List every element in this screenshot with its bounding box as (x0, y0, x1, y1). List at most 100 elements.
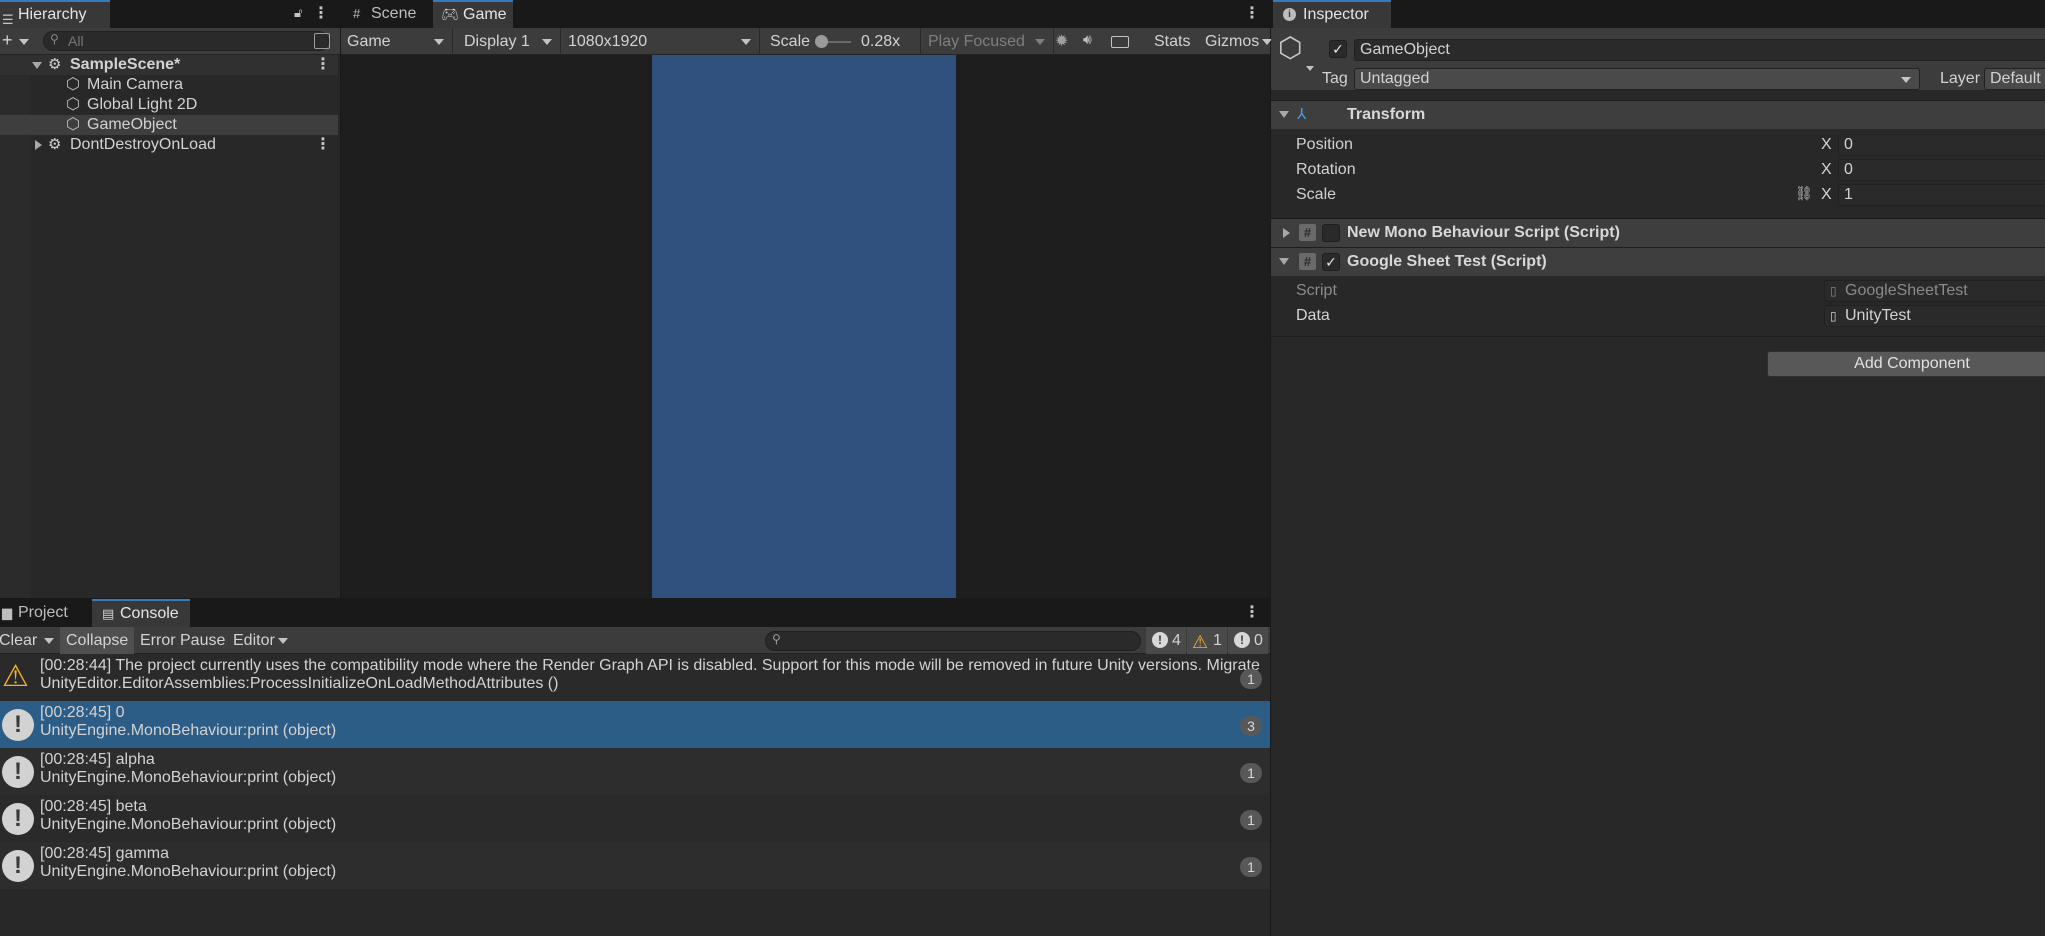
console-entry[interactable]: ⚠ [00:28:44] The project currently uses … (0, 654, 1270, 701)
hierarchy-item-dontdestroyonload[interactable]: ⚙ DontDestroyOnLoad ⋮ (0, 135, 338, 155)
console-entry-count: 1 (1240, 763, 1262, 783)
info-icon: ! (1152, 632, 1168, 648)
game-view-panel: # Scene 🎮︎ Game ⋮ Game Display 1 1080x19… (341, 0, 1272, 598)
inspector-header: ⬡ ✓ GameObject Tag Untagged Layer Defaul… (1271, 28, 2045, 90)
expand-arrow-icon[interactable] (35, 140, 42, 150)
dontdestroy-menu-icon[interactable]: ⋮ (315, 135, 331, 155)
console-panel: ▆ Project ▤ Console ⋮ Clear Collapse Err… (0, 599, 1270, 936)
resolution-dropdown[interactable]: 1080x1920 (562, 28, 760, 55)
keyboard-icon[interactable] (1111, 36, 1129, 48)
console-search-input[interactable]: ⚲ (765, 631, 1141, 651)
game-mode-value: Game (347, 33, 391, 50)
error-count: 0 (1254, 632, 1263, 649)
console-entry[interactable]: ! [00:28:45] gamma UnityEngine.MonoBehav… (0, 842, 1270, 889)
active-checkbox[interactable]: ✓ (1329, 40, 1347, 58)
console-entry[interactable]: ! [00:28:45] beta UnityEngine.MonoBehavi… (0, 795, 1270, 842)
hierarchy-item-label: Main Camera (87, 76, 184, 93)
console-menu-icon[interactable]: ⋮ (1244, 603, 1260, 623)
hierarchy-item-label: SampleScene* (70, 56, 181, 73)
transform-header[interactable]: ⅄ Transform (1271, 100, 2045, 129)
add-icon[interactable]: + (2, 30, 13, 51)
add-component-button[interactable]: Add Component (1767, 351, 2045, 377)
tab-hierarchy[interactable]: ☰ Hierarchy (0, 0, 110, 28)
search-icon: ⚲ (772, 632, 781, 646)
log-filter-toggle[interactable]: ! 4 (1146, 627, 1186, 654)
tab-console-label: Console (120, 605, 179, 622)
console-entry[interactable]: ! [00:28:45] alpha UnityEngine.MonoBehav… (0, 748, 1270, 795)
chevron-down-icon (542, 39, 552, 45)
hierarchy-item-samplescene[interactable]: ⚙ SampleScene* ⋮ (0, 55, 338, 75)
display-dropdown[interactable]: Display 1 (454, 28, 561, 55)
audio-icon[interactable]: 🔊︎ (1083, 31, 1092, 48)
game-viewport[interactable] (341, 55, 1270, 598)
script-label: Script (1296, 282, 1337, 299)
fold-arrow-icon[interactable] (1283, 228, 1290, 238)
tab-project-label: Project (18, 604, 68, 621)
chevron-down-icon (277, 638, 288, 644)
scale-slider-handle[interactable] (815, 35, 828, 48)
component-title: New Mono Behaviour Script (Script) (1347, 224, 1620, 241)
tab-game-label: Game (463, 6, 507, 23)
fold-arrow-icon[interactable] (1279, 111, 1289, 118)
console-entry-text: [00:28:45] 0 UnityEngine.MonoBehaviour:p… (40, 704, 1268, 740)
fold-arrow-icon[interactable] (1279, 258, 1289, 265)
script-icon: # (1299, 224, 1316, 241)
bug-icon[interactable]: ✹ (1055, 31, 1068, 51)
stats-button[interactable]: Stats (1149, 28, 1195, 55)
clear-button[interactable]: Clear (0, 627, 42, 654)
warning-filter-toggle[interactable]: ⚠ 1 (1187, 627, 1227, 654)
scale-x-field[interactable]: 1 (1838, 184, 2045, 206)
file-icon: ▯ (1830, 284, 1837, 298)
info-icon: ! (2, 756, 34, 788)
console-icon: ▤ (102, 606, 115, 621)
error-pause-button[interactable]: Error Pause (135, 627, 230, 654)
rotation-x-field[interactable]: 0 (1838, 159, 2045, 181)
add-dropdown-icon[interactable] (19, 39, 29, 45)
hierarchy-item-gameobject[interactable]: ⬡ GameObject (0, 115, 338, 135)
layer-dropdown[interactable]: Default (1984, 68, 2045, 90)
console-entry-text: [00:28:45] alpha UnityEngine.MonoBehavio… (40, 751, 1268, 787)
expand-arrow-icon[interactable] (32, 62, 42, 69)
data-reference-field[interactable]: ▯ UnityTest (1824, 305, 2045, 327)
play-mode-dropdown[interactable]: Play Focused (922, 28, 1054, 55)
position-x-field[interactable]: 0 (1838, 134, 2045, 156)
hierarchy-menu-icon[interactable]: ⋮ (313, 4, 329, 24)
game-view-menu-icon[interactable]: ⋮ (1244, 4, 1260, 24)
component-header[interactable]: # New Mono Behaviour Script (Script) (1271, 218, 2045, 247)
collapse-button[interactable]: Collapse (60, 627, 135, 654)
editor-dropdown[interactable]: Editor (228, 627, 293, 654)
scene-menu-icon[interactable]: ⋮ (315, 55, 331, 75)
cube-icon: ⬡ (66, 96, 80, 113)
clear-dropdown-icon[interactable] (44, 638, 54, 644)
chevron-down-icon (1901, 77, 1911, 83)
gizmos-button[interactable]: Gizmos (1200, 28, 1264, 55)
link-icon[interactable]: ⛓ (1795, 185, 1813, 202)
lock-icon[interactable]: 🔓︎ (294, 5, 302, 21)
tab-inspector-label: Inspector (1303, 6, 1369, 23)
chevron-down-icon (1035, 39, 1045, 45)
icon-dropdown-icon[interactable] (1306, 66, 1314, 71)
scene-filter-icon[interactable] (314, 33, 330, 49)
tab-inspector[interactable]: i Inspector (1273, 0, 1391, 28)
error-filter-toggle[interactable]: ! 0 (1228, 627, 1268, 654)
tab-scene[interactable]: # Scene (343, 0, 433, 28)
scale-control: Scale 0.28x (761, 28, 921, 55)
tab-game[interactable]: 🎮︎ Game (433, 0, 513, 28)
script-body: Script ▯ GoogleSheetTest Data ▯ UnityTes… (1271, 277, 2045, 337)
component-enabled-checkbox[interactable] (1322, 224, 1340, 242)
console-entry-count: 1 (1240, 857, 1262, 877)
tab-project[interactable]: ▆ Project (0, 599, 92, 627)
tab-console[interactable]: ▤ Console (92, 599, 190, 627)
resolution-value: 1080x1920 (568, 33, 648, 50)
component-header[interactable]: # ✓ Google Sheet Test (Script) (1271, 247, 2045, 276)
component-enabled-checkbox[interactable]: ✓ (1322, 253, 1340, 271)
tag-dropdown[interactable]: Untagged (1354, 68, 1920, 90)
hierarchy-search-placeholder: All (68, 33, 84, 49)
object-name-field[interactable]: GameObject (1354, 39, 2045, 61)
hierarchy-item-global-light[interactable]: ⬡ Global Light 2D (0, 95, 338, 115)
console-entry[interactable]: ! [00:28:45] 0 UnityEngine.MonoBehaviour… (0, 701, 1270, 748)
hierarchy-item-main-camera[interactable]: ⬡ Main Camera (0, 75, 338, 95)
hierarchy-search-input[interactable]: ⚲ All (43, 31, 329, 51)
game-mode-dropdown[interactable]: Game (341, 28, 453, 55)
console-entry-line2: UnityEngine.MonoBehaviour:print (object) (40, 816, 337, 833)
